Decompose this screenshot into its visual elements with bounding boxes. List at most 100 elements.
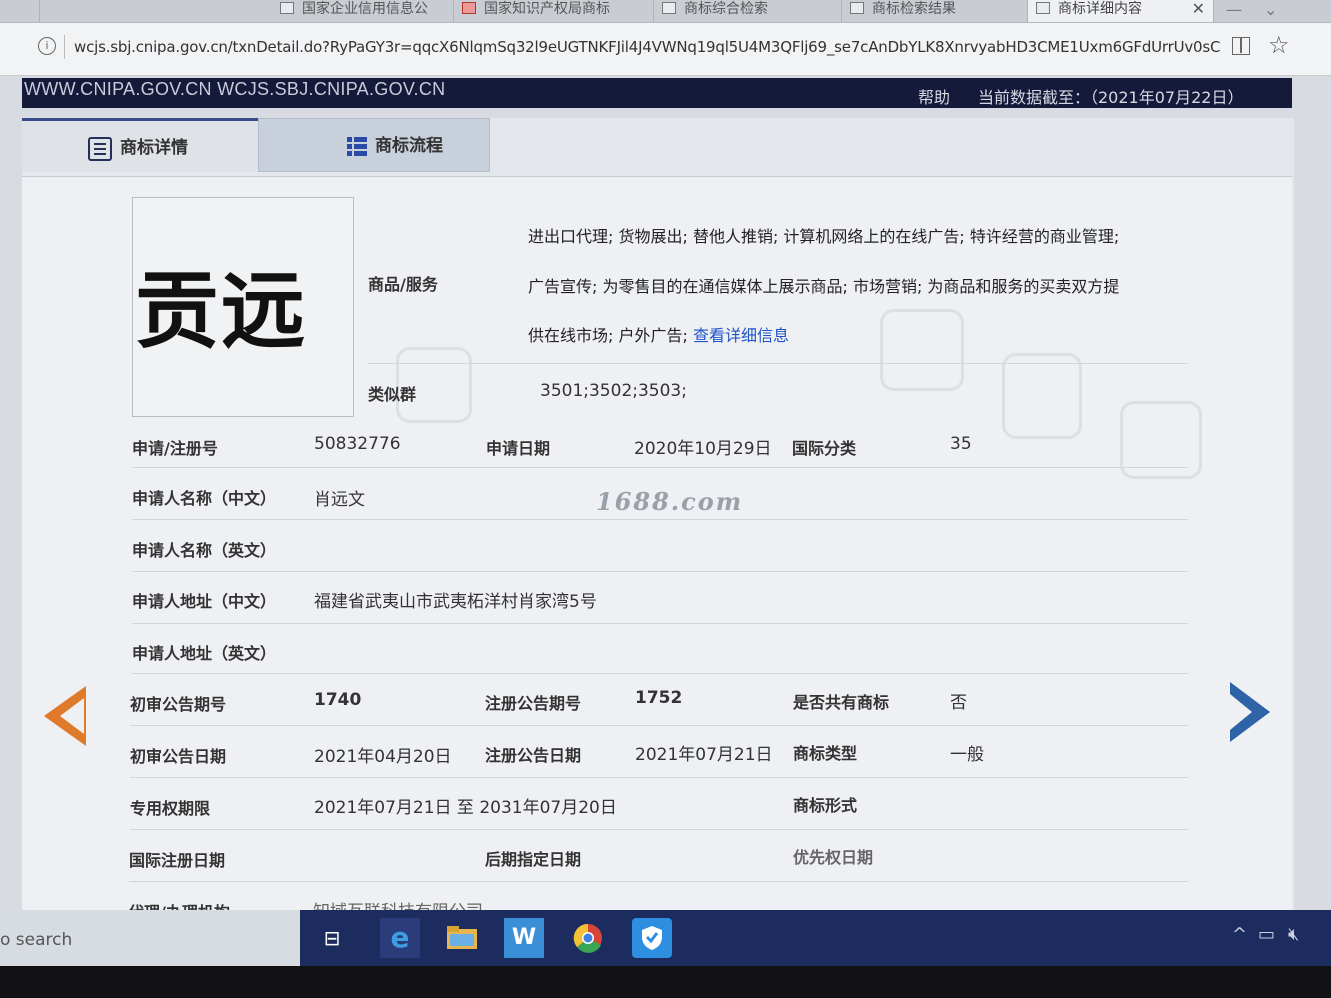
reading-view-icon[interactable] — [1232, 37, 1250, 55]
volume-muted-icon[interactable]: 🔇︎ — [1288, 924, 1299, 945]
shared-value: 否 — [950, 693, 967, 713]
chrome-icon[interactable] — [568, 918, 608, 958]
reg-pub-no-label: 注册公告期号 — [485, 694, 582, 713]
tab-label: 商标详情 — [120, 138, 188, 158]
help-link[interactable]: 帮助 — [918, 84, 950, 108]
prelim-date-value: 2021年04月20日 — [314, 747, 452, 767]
site-header: WWW.CNIPA.GOV.CN WCJS.SBJ.CNIPA.GOV.CN 帮… — [22, 78, 1292, 108]
exclusive-label: 专用权期限 — [130, 799, 211, 818]
address-cn-label: 申请人地址（中文） — [132, 592, 277, 611]
divider — [130, 777, 1188, 778]
browser-tab-cnipa[interactable]: 国家知识产权局商标 — [454, 0, 654, 22]
reg-pub-no-value: 1752 — [635, 688, 683, 708]
prelim-date-label: 初审公告日期 — [130, 747, 227, 766]
prelim-no-label: 初审公告期号 — [130, 695, 227, 714]
applicant-cn-label: 申请人名称（中文） — [132, 489, 277, 508]
intl-reg-date-label: 国际注册日期 — [129, 851, 226, 870]
writer-app-icon[interactable]: W — [504, 918, 544, 958]
page-icon — [1036, 2, 1050, 14]
mark-form-label: 商标形式 — [793, 796, 858, 815]
divider — [132, 571, 1188, 572]
page-icon — [280, 2, 294, 14]
reg-no-label: 申请/注册号 — [132, 439, 218, 458]
close-icon[interactable]: ✕ — [1192, 0, 1205, 18]
search-placeholder: o search — [0, 930, 73, 950]
favorite-star-icon[interactable]: ☆ — [1268, 31, 1290, 59]
exclusive-value: 2021年07月21日 至 2031年07月20日 — [314, 798, 617, 818]
reg-pub-date-value: 2021年07月21日 — [635, 745, 773, 765]
security-shield-icon[interactable] — [632, 918, 672, 958]
tab-trademark-flow[interactable]: 商标流程 — [258, 118, 490, 172]
panel-tabs: 商标详情 商标流程 — [22, 118, 1294, 174]
browser-tab-detail[interactable]: 商标详细内容 ✕ — [1028, 0, 1214, 22]
previous-arrow-icon[interactable] — [44, 686, 86, 746]
tab-label: 商标综合检索 — [684, 1, 768, 17]
trademark-name: 贡远 — [135, 262, 308, 360]
priority-date-label: 优先权日期 — [793, 848, 874, 867]
browser-tab-strip: 国家企业信用信息公 国家知识产权局商标 商标综合检索 商标检索结果 商标详细内容… — [0, 0, 1331, 23]
mark-type-value: 一般 — [950, 745, 984, 765]
browser-tab-partial[interactable] — [0, 0, 40, 22]
task-view-icon[interactable]: ⊟ — [312, 918, 352, 958]
divider — [132, 673, 1188, 674]
trademark-image: 贡远 — [132, 197, 354, 417]
later-date-label: 后期指定日期 — [485, 850, 582, 869]
site-icon — [462, 2, 476, 14]
intl-class-label: 国际分类 — [792, 439, 857, 458]
screen-bezel — [0, 966, 1331, 998]
view-details-link[interactable]: 查看详细信息 — [693, 326, 789, 345]
address-en-label: 申请人地址（英文） — [132, 644, 277, 663]
prelim-no-value: 1740 — [314, 690, 362, 710]
address-bar: i wcjs.sbj.cnipa.gov.cn/txnDetail.do?RyP… — [0, 23, 1331, 76]
goods-label: 商品/服务 — [368, 275, 438, 294]
edge-browser-icon[interactable]: e — [380, 918, 420, 958]
file-explorer-icon[interactable] — [442, 918, 482, 958]
detail-content: 贡远 商品/服务 进出口代理; 货物展出; 替他人推销; 计算机网络上的在线广告… — [22, 176, 1292, 922]
similar-group-label: 类似群 — [368, 385, 417, 404]
applicant-cn-value: 肖远文 — [314, 490, 365, 510]
applicant-en-label: 申请人名称（英文） — [132, 541, 277, 560]
page-icon — [850, 2, 864, 14]
divider — [132, 519, 1188, 520]
url-input[interactable]: wcjs.sbj.cnipa.gov.cn/txnDetail.do?RyPaG… — [74, 38, 1224, 60]
next-arrow-icon[interactable] — [1230, 682, 1270, 742]
divider — [130, 829, 1188, 830]
chevron-up-icon[interactable]: ^ — [1232, 924, 1247, 945]
mark-type-label: 商标类型 — [793, 744, 858, 763]
app-date-label: 申请日期 — [486, 439, 551, 458]
goods-line-2: 广告宣传; 为零售目的在通信媒体上展示商品; 市场营销; 为商品和服务的买卖双方… — [528, 277, 1120, 296]
shared-label: 是否共有商标 — [793, 693, 890, 712]
browser-tab-search[interactable]: 商标综合检索 — [654, 0, 842, 22]
tab-label: 商标流程 — [375, 136, 443, 156]
reg-no-value: 50832776 — [314, 434, 401, 454]
data-date: 当前数据截至：（2021年07月22日） — [978, 88, 1244, 107]
divider — [132, 623, 1188, 624]
chevron-down-icon[interactable]: ⌄ — [1264, 0, 1277, 19]
watermark-stamp — [1002, 353, 1082, 439]
tab-label: 国家知识产权局商标 — [484, 1, 610, 17]
site-domains: WWW.CNIPA.GOV.CN WCJS.SBJ.CNIPA.GOV.CN — [24, 79, 446, 99]
browser-tab-credit[interactable]: 国家企业信用信息公 — [272, 0, 454, 22]
address-cn-value: 福建省武夷山市武夷柘洋村肖家湾5号 — [314, 592, 597, 612]
list-icon — [88, 137, 112, 161]
similar-group-value: 3501;3502;3503; — [540, 381, 687, 401]
network-icon[interactable]: ▭ — [1258, 924, 1275, 945]
goods-line-3: 供在线市场; 户外广告; 查看详细信息 — [528, 322, 789, 346]
grid-list-icon — [347, 137, 367, 157]
watermark-stamp — [880, 309, 964, 391]
divider — [64, 35, 65, 59]
goods-line-3-text: 供在线市场; 户外广告; — [528, 326, 688, 345]
taskbar-search[interactable]: o search — [0, 910, 300, 966]
divider — [368, 363, 1188, 364]
tab-label: 商标详细内容 — [1058, 1, 1142, 17]
taskbar: o search ⊟ e W ^ ▭ 🔇︎ — [0, 910, 1331, 966]
goods-line-1: 进出口代理; 货物展出; 替他人推销; 计算机网络上的在线广告; 特许经营的商业… — [528, 227, 1120, 246]
divider — [130, 725, 1188, 726]
minimize-icon[interactable]: — — [1226, 0, 1242, 19]
tab-trademark-detail[interactable]: 商标详情 — [22, 118, 258, 172]
intl-class-value: 35 — [950, 434, 972, 454]
info-icon[interactable]: i — [38, 37, 56, 55]
tab-label: 商标检索结果 — [872, 1, 956, 17]
browser-tab-results[interactable]: 商标检索结果 — [842, 0, 1028, 22]
divider — [129, 881, 1188, 882]
